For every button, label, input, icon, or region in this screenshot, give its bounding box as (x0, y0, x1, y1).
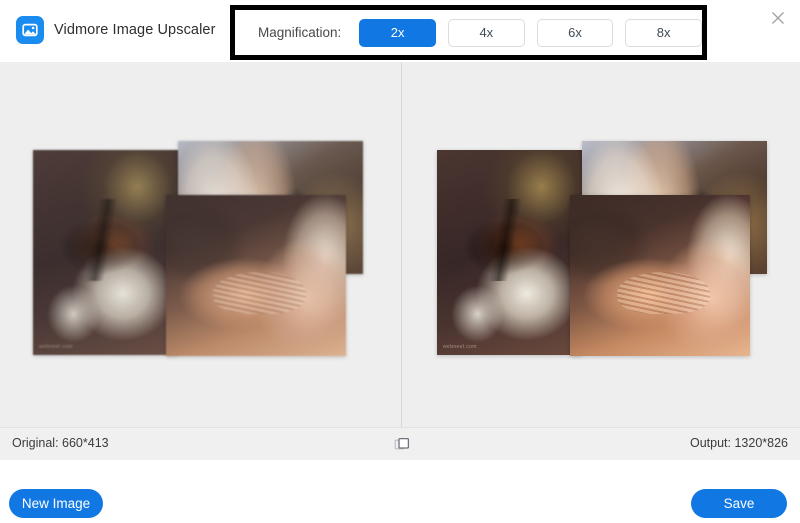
close-icon[interactable] (764, 4, 792, 32)
status-bar: Original: 660*413 Output: 1320*826 (0, 427, 800, 460)
compare-overlap-icon[interactable] (394, 437, 410, 453)
app-footer: New Image Save (0, 460, 800, 523)
image-upscaler-window: Vidmore Image Upscaler Magnification: 2x… (0, 0, 800, 523)
bicycle-flowers-photo: webneel.com (437, 150, 582, 355)
magnification-control-row: Magnification: 2x 4x 6x 8x (235, 10, 702, 55)
magnification-option-6x[interactable]: 6x (536, 18, 614, 47)
woman-face-closeup-photo (166, 195, 346, 356)
upscaled-image-collage: webneel.com (437, 141, 767, 356)
magnification-label: Magnification: (258, 25, 342, 40)
original-image-collage: webneel.com (33, 141, 363, 356)
upscaled-preview-pane[interactable]: webneel.com (402, 62, 800, 427)
save-button[interactable]: Save (691, 489, 787, 518)
magnification-annotation-box: Magnification: 2x 4x 6x 8x (230, 5, 707, 60)
magnification-option-4x[interactable]: 4x (447, 18, 525, 47)
app-header: Vidmore Image Upscaler Magnification: 2x… (0, 0, 800, 62)
bicycle-flowers-photo: webneel.com (33, 150, 178, 355)
app-title: Vidmore Image Upscaler (54, 22, 216, 38)
brand: Vidmore Image Upscaler (16, 16, 216, 44)
magnification-option-2x[interactable]: 2x (359, 18, 436, 47)
original-size-label: Original: 660*413 (12, 436, 109, 450)
photo-watermark: webneel.com (443, 344, 477, 350)
woman-face-closeup-photo (570, 195, 750, 356)
output-size-label: Output: 1320*826 (690, 436, 788, 450)
original-preview-pane[interactable]: webneel.com (0, 62, 400, 427)
magnification-option-8x[interactable]: 8x (625, 18, 702, 47)
preview-area: webneel.com webneel.com (0, 62, 800, 427)
image-photo-icon (16, 16, 44, 44)
new-image-button[interactable]: New Image (9, 489, 103, 518)
photo-watermark: webneel.com (39, 344, 73, 350)
